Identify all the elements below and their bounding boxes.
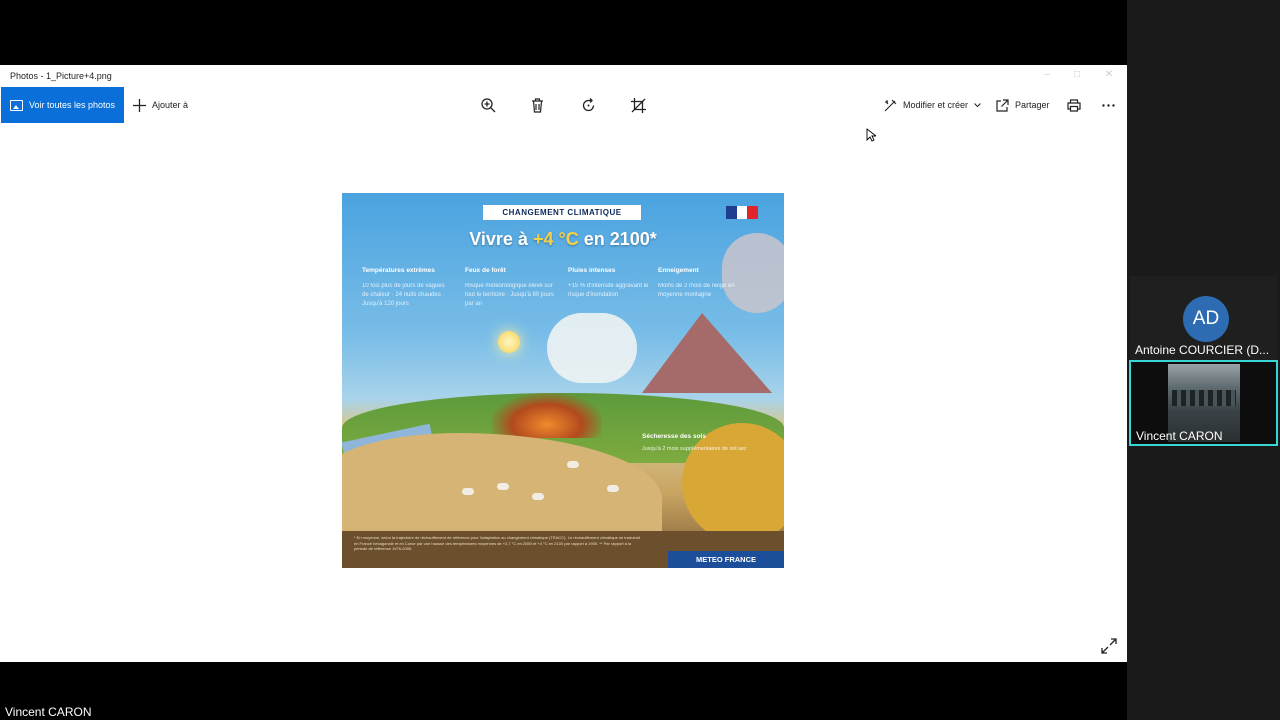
window-title: Photos - 1_Picture+4.png (10, 71, 112, 81)
poster-badge: CHANGEMENT CLIMATIQUE (483, 205, 641, 220)
sheep-illustration (607, 485, 619, 492)
poster-title: Vivre à +4 °C en 2100* (342, 229, 784, 250)
edit-create-button[interactable]: Modifier et créer (884, 87, 981, 123)
minimize-button[interactable]: – (1032, 69, 1062, 83)
flag-blue-band (726, 206, 737, 219)
maximize-button[interactable]: □ (1062, 69, 1092, 83)
expand-icon[interactable] (1101, 638, 1117, 654)
sheep-illustration (462, 488, 474, 495)
zoom-in-icon (481, 97, 496, 112)
column-heading: Enneigement (658, 267, 699, 274)
column-text: +15 % d'intensité aggravant le risque d'… (568, 283, 649, 298)
column-heading: Pluies intenses (568, 267, 616, 274)
toolbar: Voir toutes les photos Ajouter à Modifie… (0, 87, 1127, 123)
plus-icon (133, 98, 146, 112)
climate-infographic-image[interactable]: CHANGEMENT CLIMATIQUE Vivre à +4 °C en 2… (342, 193, 784, 568)
sheep-illustration (532, 493, 544, 500)
column-heading: Températures extrêmes (362, 267, 435, 274)
rotate-button[interactable] (581, 87, 596, 123)
poster-column-temperatures: Températures extrêmes 10 fois plus de jo… (362, 267, 452, 309)
mouse-cursor-icon (866, 128, 876, 142)
edit-icon (884, 99, 897, 111)
photo-icon (10, 99, 23, 111)
zoom-button[interactable] (481, 87, 496, 123)
share-button[interactable]: Partager (996, 87, 1050, 123)
poster-title-highlight: +4 °C (532, 229, 579, 249)
trash-icon (532, 97, 543, 113)
sheep-illustration (567, 461, 579, 468)
meeting-window: Photos - 1_Picture+4.png – □ ✕ Voir tout… (0, 0, 1280, 720)
print-icon (1067, 98, 1081, 112)
poster-column-forest-fires: Feux de forêt Risque météorologique élev… (465, 267, 555, 309)
sheep-illustration (497, 483, 509, 490)
sun-illustration (498, 331, 520, 353)
share-label: Partager (1015, 100, 1050, 110)
participant-name: Antoine COURCIER (D... (1135, 343, 1270, 357)
share-icon (996, 98, 1009, 112)
avatar: AD (1183, 296, 1229, 342)
flag-white-band (736, 206, 748, 219)
column-heading: Feux de forêt (465, 267, 506, 274)
drought-text: Jusqu'à 2 mois supplémentaires de sol se… (642, 446, 747, 452)
cloud-illustration (547, 313, 637, 383)
add-to-button[interactable]: Ajouter à (133, 87, 188, 123)
mountain-illustration (642, 313, 772, 393)
see-all-photos-button[interactable]: Voir toutes les photos (1, 87, 124, 123)
shared-screen: Photos - 1_Picture+4.png – □ ✕ Voir tout… (0, 0, 1127, 720)
see-all-photos-label: Voir toutes les photos (29, 100, 116, 110)
poster-drought-callout: Sécheresse des sols Jusqu'à 2 mois suppl… (642, 433, 752, 452)
column-text: Moins de 2 mois de neige en moyenne mont… (658, 283, 735, 298)
chevron-down-icon (974, 102, 981, 107)
delete-button[interactable] (531, 87, 544, 123)
crop-button[interactable] (631, 87, 646, 123)
print-button[interactable] (1067, 87, 1081, 123)
crop-icon (631, 97, 646, 113)
column-text: 10 fois plus de jours de vagues de chale… (362, 283, 445, 307)
title-bar: Photos - 1_Picture+4.png – □ ✕ (0, 65, 1127, 87)
meteo-france-logo: METEO FRANCE (668, 551, 784, 568)
presenter-name: Vincent CARON (5, 705, 92, 719)
column-text: Risque météorologique élevé sur tout le … (465, 283, 554, 307)
forest-fire-illustration (492, 393, 602, 438)
rotate-icon (582, 97, 595, 111)
poster-footnote: * En moyenne, selon la trajectoire de ré… (354, 535, 640, 552)
poster-title-prefix: Vivre à (469, 229, 533, 249)
participants-panel: AD Antoine COURCIER (D... Vincent CARON (1127, 0, 1280, 720)
poster-title-suffix: en 2100* (578, 229, 657, 249)
participant-name: Vincent CARON (1136, 429, 1223, 443)
french-flag (726, 206, 759, 219)
flag-red-band (747, 206, 759, 219)
add-to-label: Ajouter à (152, 100, 189, 110)
close-button[interactable]: ✕ (1094, 69, 1124, 83)
more-icon (1102, 103, 1115, 107)
poster-column-heavy-rain: Pluies intenses +15 % d'intensité aggrav… (568, 267, 658, 300)
more-options-button[interactable] (1102, 87, 1115, 123)
participant-tile-active-speaker[interactable]: Vincent CARON (1129, 360, 1278, 446)
poster-column-snow: Enneigement Moins de 2 mois de neige en … (658, 267, 748, 300)
participant-tile[interactable]: AD Antoine COURCIER (D... (1130, 276, 1277, 360)
edit-create-label: Modifier et créer (903, 100, 969, 110)
drought-heading: Sécheresse des sols (642, 433, 706, 440)
